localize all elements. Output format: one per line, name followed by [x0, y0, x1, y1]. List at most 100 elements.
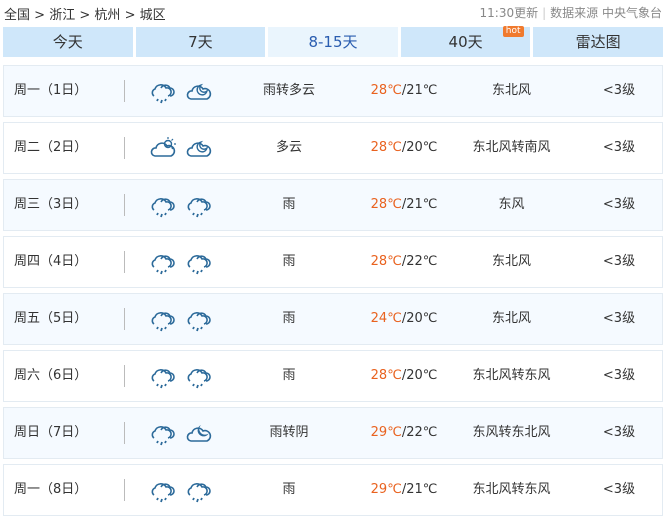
- divider: [124, 80, 125, 102]
- breadcrumb-district: 城区: [139, 8, 166, 23]
- weather-desc: 雨转多云: [262, 83, 315, 98]
- weather-icons: [149, 478, 213, 504]
- day-label: 周四（4日）: [14, 254, 88, 269]
- temp-low: /22℃: [401, 425, 438, 440]
- tab-label: 40天: [448, 33, 483, 51]
- temp-low: /21℃: [401, 197, 438, 212]
- wind-direction: 东风: [498, 197, 525, 212]
- wind-level: <3级: [602, 254, 636, 269]
- temp-low: /22℃: [401, 254, 438, 269]
- wind-direction: 东北风: [491, 254, 531, 269]
- tab-label: 雷达图: [575, 33, 621, 51]
- forecast-row: 周五（5日） 雨 24℃/20℃ 东北风 <3级: [3, 293, 663, 345]
- temp-high: 29℃: [370, 425, 402, 440]
- weather-icons: [149, 421, 213, 447]
- breadcrumb-sep: >: [79, 8, 91, 23]
- tab-label: 今天: [52, 33, 83, 51]
- cloudy-night-icon: [186, 83, 212, 100]
- day-label: 周六（6日）: [14, 368, 88, 383]
- wind-direction: 东北风: [491, 311, 531, 326]
- day-label: 周二（2日）: [14, 140, 88, 155]
- temperature: 28℃/20℃: [354, 123, 454, 173]
- weather-icons: [149, 79, 213, 105]
- rain-icon: [151, 483, 175, 503]
- weather-desc: 雨: [282, 311, 296, 326]
- cloudy-night-icon: [186, 140, 212, 157]
- divider: [124, 422, 125, 444]
- temperature: 29℃/21℃: [354, 465, 454, 515]
- wind-level: <3级: [602, 311, 636, 326]
- temp-high: 28℃: [370, 254, 402, 269]
- rain-icon: [187, 198, 211, 218]
- breadcrumb-province[interactable]: 浙江: [49, 8, 75, 23]
- divider: [124, 137, 125, 159]
- overcast-night-icon: [186, 425, 212, 442]
- rain-icon: [187, 483, 211, 503]
- breadcrumb-sep: >: [124, 8, 136, 23]
- temp-low: /21℃: [401, 83, 438, 98]
- divider: [124, 479, 125, 501]
- divider: [124, 365, 125, 387]
- weather-icons: [149, 307, 213, 333]
- divider: [124, 308, 125, 330]
- forecast-row: 周四（4日） 雨 28℃/22℃ 东北风 <3级: [3, 236, 663, 288]
- update-time: 11:30更新: [479, 6, 539, 20]
- breadcrumb-country[interactable]: 全国: [4, 8, 30, 23]
- day-label: 周五（5日）: [14, 311, 88, 326]
- rain-icon: [187, 369, 211, 389]
- weather-icons: [149, 364, 213, 390]
- day-label: 周一（8日）: [14, 482, 88, 497]
- day-label: 周一（1日）: [14, 83, 88, 98]
- breadcrumb-city[interactable]: 杭州: [94, 8, 120, 23]
- temp-low: /21℃: [401, 482, 438, 497]
- temp-high: 28℃: [370, 83, 402, 98]
- divider: [124, 194, 125, 216]
- tab-8-15day[interactable]: 8-15天: [268, 27, 398, 57]
- wind-direction: 东风转东北风: [472, 425, 551, 440]
- temperature: 28℃/20℃: [354, 351, 454, 401]
- hot-badge: hot: [502, 26, 524, 37]
- forecast-row: 周二（2日） 多云 28℃/20℃ 东北风转南风 <3级: [3, 122, 663, 174]
- wind-level: <3级: [602, 197, 636, 212]
- temp-low: /20℃: [401, 140, 438, 155]
- temperature: 24℃/20℃: [354, 294, 454, 344]
- tab-radar[interactable]: 雷达图: [533, 27, 663, 57]
- temp-high: 28℃: [370, 140, 402, 155]
- temperature: 28℃/21℃: [354, 66, 454, 116]
- rain-icon: [151, 426, 175, 446]
- tab-today[interactable]: 今天: [3, 27, 133, 57]
- temperature: 28℃/22℃: [354, 237, 454, 287]
- weather-desc: 雨: [282, 197, 296, 212]
- tab-40day[interactable]: 40天 hot: [400, 26, 531, 57]
- breadcrumb-sep: >: [34, 8, 46, 23]
- top-bar: 全国 > 浙江 > 杭州 > 城区 11:30更新 | 数据来源 中央气象台: [4, 4, 662, 23]
- wind-level: <3级: [602, 83, 636, 98]
- cloudy-day-icon: [150, 137, 176, 157]
- wind-level: <3级: [602, 482, 636, 497]
- tab-label: 8-15天: [308, 33, 358, 51]
- tab-7day[interactable]: 7天: [135, 27, 266, 57]
- wind-level: <3级: [602, 140, 636, 155]
- wind-direction: 东北风: [491, 83, 531, 98]
- weather-desc: 雨: [282, 482, 296, 497]
- rain-icon: [151, 369, 175, 389]
- rain-icon: [187, 312, 211, 332]
- temp-low: /20℃: [401, 311, 438, 326]
- divider: [124, 251, 125, 273]
- weather-icons: [149, 250, 213, 276]
- weather-icons: [149, 136, 213, 162]
- rain-icon: [151, 84, 175, 104]
- forecast-tabs: 今天 7天 8-15天 40天 hot 雷达图: [3, 26, 663, 57]
- rain-icon: [151, 255, 175, 275]
- wind-direction: 东北风转东风: [472, 482, 551, 497]
- day-label: 周日（7日）: [14, 425, 88, 440]
- update-info: 11:30更新 | 数据来源 中央气象台: [479, 6, 662, 20]
- data-source: 数据来源 中央气象台: [550, 6, 662, 20]
- weather-desc: 雨: [282, 368, 296, 383]
- temp-high: 28℃: [370, 368, 402, 383]
- breadcrumb: 全国 > 浙江 > 杭州 > 城区: [4, 4, 166, 23]
- forecast-row: 周一（1日） 雨转多云 28℃/21℃ 东北风 <3级: [3, 65, 663, 117]
- day-label: 周三（3日）: [14, 197, 88, 212]
- wind-level: <3级: [602, 368, 636, 383]
- weather-icons: [149, 193, 213, 219]
